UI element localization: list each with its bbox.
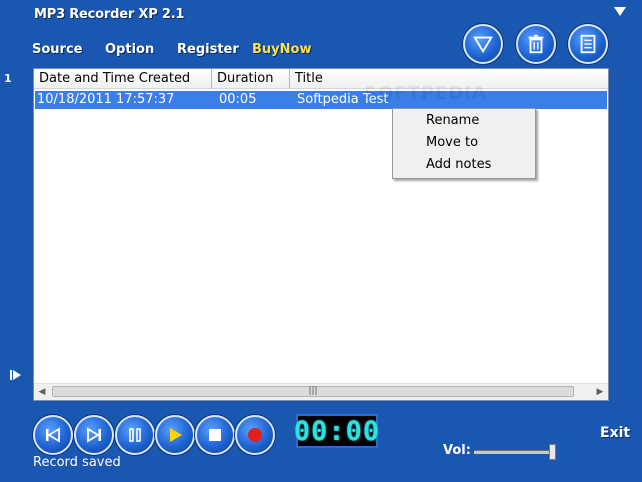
menu-item-move-to[interactable]: Move to bbox=[426, 132, 478, 154]
pause-icon bbox=[129, 428, 141, 442]
trash-icon bbox=[528, 34, 544, 54]
notes-button[interactable] bbox=[568, 24, 608, 64]
list-header: Date and Time Created Duration Title bbox=[34, 69, 608, 89]
previous-button[interactable] bbox=[33, 415, 73, 455]
stop-button[interactable] bbox=[195, 415, 235, 455]
elapsed-timer: 00:00 bbox=[293, 414, 381, 448]
table-row[interactable]: 10/18/2011 17:57:37 00:05 Softpedia Test bbox=[35, 91, 607, 109]
previous-icon bbox=[46, 427, 60, 443]
triangle-down-icon bbox=[473, 36, 493, 54]
notes-icon bbox=[580, 34, 596, 54]
volume-slider-thumb[interactable] bbox=[548, 444, 556, 460]
horizontal-scrollbar[interactable]: ◀ ||| ▶ bbox=[34, 383, 608, 400]
volume-slider[interactable] bbox=[474, 450, 556, 454]
panel-number: 1 bbox=[4, 72, 12, 85]
nav-buynow[interactable]: BuyNow bbox=[252, 42, 311, 57]
scroll-thumb[interactable]: ||| bbox=[52, 386, 574, 397]
play-icon bbox=[170, 428, 182, 442]
nav-register[interactable]: Register bbox=[177, 42, 239, 57]
record-icon bbox=[248, 428, 262, 442]
app-title: MP3 Recorder XP 2.1 bbox=[34, 7, 185, 22]
nav-source[interactable]: Source bbox=[32, 42, 82, 57]
record-button[interactable] bbox=[235, 415, 275, 455]
volume-label: Vol: bbox=[443, 443, 471, 458]
column-date[interactable]: Date and Time Created bbox=[34, 69, 212, 89]
nav-option[interactable]: Option bbox=[105, 42, 154, 57]
context-menu: Rename Move to Add notes bbox=[392, 108, 536, 179]
play-side-icon bbox=[10, 370, 21, 380]
exit-button[interactable]: Exit bbox=[600, 425, 630, 441]
row-duration: 00:05 bbox=[219, 92, 257, 107]
column-duration[interactable]: Duration bbox=[212, 69, 290, 89]
delete-button[interactable] bbox=[516, 24, 556, 64]
menu-item-rename[interactable]: Rename bbox=[426, 110, 479, 132]
row-date: 10/18/2011 17:57:37 bbox=[37, 92, 175, 107]
next-icon bbox=[87, 427, 101, 443]
window-menu-button[interactable] bbox=[614, 7, 626, 16]
expand-panel-button[interactable] bbox=[10, 366, 22, 385]
scroll-left-icon[interactable]: ◀ bbox=[34, 384, 50, 400]
status-text: Record saved bbox=[33, 455, 121, 470]
grip-icon: ||| bbox=[308, 386, 318, 396]
stop-icon bbox=[209, 429, 221, 441]
pause-button[interactable] bbox=[115, 415, 155, 455]
scroll-right-icon[interactable]: ▶ bbox=[592, 384, 608, 400]
menu-item-add-notes[interactable]: Add notes bbox=[426, 154, 491, 176]
watermark: SOFTPEDIA bbox=[364, 83, 487, 104]
next-button[interactable] bbox=[74, 415, 114, 455]
minimize-button[interactable] bbox=[463, 24, 503, 64]
play-button[interactable] bbox=[155, 415, 195, 455]
